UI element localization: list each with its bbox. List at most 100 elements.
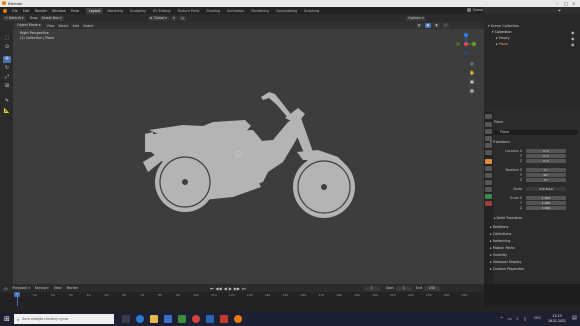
- play-icon[interactable]: ▶: [229, 286, 232, 291]
- tab-sculpting[interactable]: Sculpting: [127, 8, 149, 14]
- relations-section[interactable]: ▸ Relations: [490, 225, 508, 229]
- select-box-tool-icon[interactable]: ⬚: [3, 35, 11, 42]
- tab-animation[interactable]: Animation: [224, 8, 247, 14]
- menu-help[interactable]: Help: [71, 9, 79, 13]
- scene-selector[interactable]: Scene: [462, 8, 483, 12]
- timeline-track[interactable]: 0102030405060708090100110120130140150160…: [0, 292, 484, 306]
- current-frame-field[interactable]: 1: [363, 285, 380, 291]
- instancing-section[interactable]: ▸ Instancing: [490, 239, 510, 243]
- 3d-cursor-icon[interactable]: [234, 150, 243, 159]
- visibility-eye-icon[interactable]: ◉: [571, 36, 575, 41]
- notifications-icon[interactable]: ▤: [572, 315, 577, 321]
- rotation-z-field[interactable]: 0°: [526, 178, 566, 183]
- render-tab-icon[interactable]: [485, 122, 492, 127]
- tab-modeling[interactable]: Modeling: [104, 8, 125, 14]
- move-tool-icon[interactable]: ✥: [3, 56, 11, 63]
- outliner-item-collection[interactable]: ▾ Collection: [492, 30, 512, 34]
- timeline-tick-label: 170: [318, 292, 325, 297]
- blender-taskbar-icon[interactable]: [234, 315, 242, 323]
- menu-file[interactable]: File: [12, 9, 18, 13]
- marker-menu[interactable]: Marker: [67, 286, 78, 290]
- file-explorer-icon[interactable]: [150, 315, 158, 323]
- location-x-field[interactable]: 0 m: [526, 149, 566, 154]
- windows-start-icon[interactable]: ⊞: [4, 315, 10, 323]
- visibility-eye-icon[interactable]: ◉: [571, 30, 575, 35]
- rotation-x-field[interactable]: 0°: [526, 168, 566, 173]
- tool-tab-icon[interactable]: [485, 114, 492, 119]
- play-reverse-icon[interactable]: ◀: [224, 286, 227, 291]
- outliner-item-plane[interactable]: ▸ Plane: [496, 42, 508, 46]
- delta-transform-section[interactable]: ▸ Delta Transform: [494, 216, 522, 220]
- menu-window[interactable]: Window: [52, 9, 66, 13]
- playback-menu[interactable]: Playback ▾: [13, 286, 30, 290]
- end-frame-field[interactable]: 250: [423, 285, 440, 291]
- visibility-section[interactable]: ▸ Visibility: [490, 253, 507, 257]
- scale-tool-icon[interactable]: ⤢: [3, 74, 11, 81]
- tab-shading[interactable]: Shading: [203, 8, 223, 14]
- visibility-eye-icon[interactable]: ◉: [571, 42, 575, 47]
- chrome-icon[interactable]: [192, 315, 200, 323]
- store-icon[interactable]: [164, 315, 172, 323]
- tab-layout[interactable]: Layout: [85, 7, 104, 14]
- start-frame-field[interactable]: 1: [395, 285, 412, 291]
- tab-texture-paint[interactable]: Texture Paint: [174, 8, 202, 14]
- rotation-y-field[interactable]: 90°: [526, 173, 566, 178]
- network-icon[interactable]: ▭: [508, 316, 512, 321]
- taskbar-search-box[interactable]: ⌕ Sem zadejte hledaný výraz: [14, 314, 114, 324]
- location-z-field[interactable]: 0 m: [526, 159, 566, 164]
- next-keyframe-icon[interactable]: ▶▶: [234, 286, 240, 291]
- scale-y-field[interactable]: 1.000: [526, 201, 566, 206]
- timeline-editor-icon[interactable]: ◷: [4, 286, 8, 291]
- task-view-icon[interactable]: [122, 315, 130, 323]
- cursor-tool-icon[interactable]: ⊙: [3, 44, 11, 51]
- tab-compositing[interactable]: Compositing: [273, 8, 300, 14]
- custom-properties-section[interactable]: ▸ Custom Properties: [490, 267, 524, 271]
- battery-icon[interactable]: ▯: [524, 316, 526, 321]
- rotation-mode-dropdown[interactable]: XYZ Euler: [526, 187, 566, 192]
- object-name-field[interactable]: Plane: [494, 130, 578, 135]
- tab-rendering[interactable]: Rendering: [248, 8, 271, 14]
- proportional-edit-toggle[interactable]: ◎: [179, 15, 187, 21]
- annotate-tool-icon[interactable]: ✎: [3, 98, 11, 105]
- blender-menu-icon[interactable]: [3, 8, 7, 13]
- outliner-item-empty[interactable]: ▸ Empty: [496, 36, 510, 40]
- orientation-dropdown[interactable]: ↔ Default ▾: [3, 15, 26, 21]
- tab-uv-editing[interactable]: UV Editing: [150, 8, 174, 14]
- minimize-icon[interactable]: –: [556, 1, 558, 6]
- snap-toggle[interactable]: ⊓: [170, 15, 178, 21]
- keying-menu[interactable]: Keying ▾: [35, 286, 49, 290]
- collections-section[interactable]: ▸ Collections: [490, 232, 511, 236]
- scale-z-field[interactable]: 1.000: [526, 206, 566, 211]
- transform-tool-icon[interactable]: ⊞: [3, 83, 11, 90]
- clock[interactable]: 12:23 26.01.2021: [546, 314, 568, 324]
- outlook-icon[interactable]: [206, 315, 214, 323]
- tray-arrow-icon[interactable]: ^: [500, 316, 503, 321]
- measure-tool-icon[interactable]: 📐: [3, 108, 11, 115]
- drag-dropdown[interactable]: Select Box ▾: [39, 15, 64, 21]
- options-dropdown[interactable]: Options ▾: [406, 15, 426, 21]
- viewport-display-section[interactable]: ▸ Viewport Display: [490, 260, 521, 264]
- outliner-scene-collection[interactable]: ▾ Scene Collection: [488, 24, 519, 28]
- menu-edit[interactable]: Edit: [23, 9, 30, 13]
- maximize-icon[interactable]: □: [564, 1, 568, 6]
- transform-orientation-dropdown[interactable]: ⊕ Global ▾: [147, 15, 169, 21]
- output-tab-icon[interactable]: [485, 129, 492, 134]
- motion-paths-section[interactable]: ▸ Motion Paths: [490, 246, 515, 250]
- jump-start-icon[interactable]: ⏮: [210, 286, 214, 291]
- tab-scripting[interactable]: Scripting: [301, 8, 322, 14]
- edge-browser-icon[interactable]: [136, 315, 144, 323]
- rotate-tool-icon[interactable]: ↻: [3, 65, 11, 72]
- app-icon[interactable]: [220, 315, 228, 323]
- volume-icon[interactable]: ♪: [516, 316, 519, 321]
- input-language[interactable]: CES: [534, 316, 541, 320]
- menu-render[interactable]: Render: [35, 9, 47, 13]
- prev-keyframe-icon[interactable]: ◀◀: [216, 286, 222, 291]
- timeline-view-menu[interactable]: View: [54, 286, 62, 290]
- app-icon[interactable]: [178, 315, 186, 323]
- location-y-field[interactable]: 0 m: [526, 154, 566, 159]
- close-icon[interactable]: ×: [572, 1, 575, 6]
- transform-section-header[interactable]: ▾ Transform: [490, 140, 510, 144]
- scale-x-field[interactable]: 1.000: [526, 196, 566, 201]
- jump-end-icon[interactable]: ⏭: [242, 286, 246, 291]
- filter-icon[interactable]: ⏷: [558, 8, 561, 13]
